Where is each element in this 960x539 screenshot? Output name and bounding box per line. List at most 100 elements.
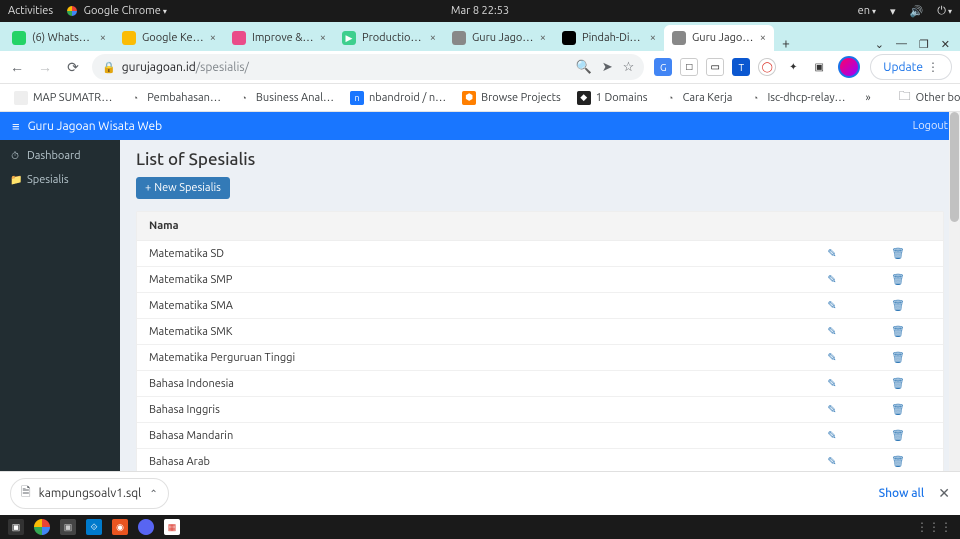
caret-down-icon[interactable]: ⌄: [875, 38, 884, 51]
zoom-icon[interactable]: 🔍: [576, 60, 592, 75]
browser-tab[interactable]: Pindah-Digital ×: [554, 25, 664, 51]
nav-back-button[interactable]: ←: [8, 58, 26, 76]
edit-icon[interactable]: ✎: [827, 456, 836, 468]
extensions-menu-icon[interactable]: ✦: [784, 58, 802, 76]
bookmark-item[interactable]: nnbandroid / n…: [344, 88, 452, 108]
dock-app-icon[interactable]: ▦: [164, 519, 180, 535]
tab-favicon: [562, 31, 576, 45]
edit-icon[interactable]: ✎: [827, 404, 836, 416]
ext-t-icon[interactable]: T: [732, 58, 750, 76]
window-minimize-icon[interactable]: —: [896, 38, 907, 51]
downloads-show-all[interactable]: Show all: [879, 487, 925, 500]
sidebar-item-spesialis[interactable]: 📁Spesialis: [0, 168, 120, 192]
chrome-update-button[interactable]: Update ⋮: [870, 54, 952, 80]
delete-icon[interactable]: 🗑: [891, 430, 905, 442]
dock-show-apps-icon[interactable]: ⋮⋮⋮: [916, 520, 952, 534]
downloads-close-icon[interactable]: ✕: [938, 485, 950, 502]
tab-close-icon[interactable]: ×: [320, 32, 326, 44]
bookmark-item[interactable]: ◔Pembahasan…: [122, 88, 227, 108]
other-bookmarks[interactable]: 🗀Other bookmarks: [893, 84, 960, 111]
bookmark-item[interactable]: ◔Isc-dhcp-relay…: [742, 88, 851, 108]
delete-icon[interactable]: 🗑: [891, 248, 905, 260]
browser-tab[interactable]: Guru Jagoan V ×: [444, 25, 554, 51]
bookmark-item[interactable]: MAP SUMATR…: [8, 88, 118, 108]
bookmarks-overflow[interactable]: »: [859, 89, 876, 107]
table-row: Bahasa Mandarin ✎ 🗑: [137, 423, 943, 449]
lock-icon: 🔒: [102, 61, 116, 74]
dock-settings-icon[interactable]: ◉: [112, 519, 128, 535]
dock-chrome-icon[interactable]: [34, 519, 50, 535]
ext-devtools-icon[interactable]: ▭: [706, 58, 724, 76]
cell-name: Bahasa Arab: [149, 456, 799, 468]
sidebar-item-dashboard[interactable]: ⏱Dashboard: [0, 144, 120, 168]
browser-tab[interactable]: ▶ Production | K ×: [334, 25, 444, 51]
browser-tab[interactable]: Guru Jagoan V ×: [664, 25, 774, 51]
ext-card-icon[interactable]: ▣: [810, 58, 828, 76]
delete-icon[interactable]: 🗑: [891, 274, 905, 286]
bookmark-item[interactable]: ◔Cara Kerja: [658, 88, 739, 108]
window-close-icon[interactable]: ✕: [941, 38, 950, 51]
new-tab-button[interactable]: +: [774, 35, 798, 51]
ext-reader-icon[interactable]: □: [680, 58, 698, 76]
gnome-activities[interactable]: Activities: [8, 5, 53, 17]
app-sidebar: ⏱Dashboard📁Spesialis: [0, 140, 120, 471]
hamburger-icon[interactable]: ≡: [12, 119, 20, 134]
browser-tab[interactable]: Improve & Rev ×: [224, 25, 334, 51]
tab-close-icon[interactable]: ×: [430, 32, 436, 44]
tab-close-icon[interactable]: ×: [100, 32, 106, 44]
dock-files-icon[interactable]: ▣: [8, 519, 24, 535]
tab-close-icon[interactable]: ×: [540, 32, 546, 44]
send-icon[interactable]: ➤: [602, 60, 613, 75]
delete-icon[interactable]: 🗑: [891, 456, 905, 468]
dock-discord-icon[interactable]: [138, 519, 154, 535]
tab-close-icon[interactable]: ×: [760, 32, 766, 44]
gnome-clock[interactable]: Mar 8 22:53: [451, 5, 509, 17]
bookmark-item[interactable]: ⬢Browse Projects: [456, 88, 567, 108]
edit-icon[interactable]: ✎: [827, 430, 836, 442]
delete-icon[interactable]: 🗑: [891, 352, 905, 364]
browser-tab[interactable]: Google Keep ×: [114, 25, 224, 51]
chevron-up-icon[interactable]: ⌃: [149, 488, 157, 500]
bookmark-favicon: [14, 91, 28, 105]
nav-forward-button[interactable]: →: [36, 58, 54, 76]
edit-icon[interactable]: ✎: [827, 326, 836, 338]
other-bookmarks-label: Other bookmarks: [916, 92, 960, 104]
profile-avatar[interactable]: [838, 56, 860, 78]
edit-icon[interactable]: ✎: [827, 352, 836, 364]
bookmark-item[interactable]: ◆1 Domains: [571, 88, 654, 108]
edit-icon[interactable]: ✎: [827, 378, 836, 390]
omnibox-domain: gurujagoan.id: [122, 61, 196, 74]
wifi-icon[interactable]: ▾: [890, 5, 896, 18]
edit-icon[interactable]: ✎: [827, 274, 836, 286]
bookmark-item[interactable]: ◔Business Anal…: [231, 88, 340, 108]
delete-icon[interactable]: 🗑: [891, 404, 905, 416]
gnome-active-app[interactable]: Google Chrome▾: [67, 5, 167, 17]
dock-vscode-icon[interactable]: ⟐: [86, 519, 102, 535]
new-spesialis-button[interactable]: + New Spesialis: [136, 177, 230, 199]
chevron-right-icon: »: [865, 92, 870, 104]
dock-terminal-icon[interactable]: ▣: [60, 519, 76, 535]
window-restore-icon[interactable]: ❐: [919, 38, 929, 51]
star-icon[interactable]: ☆: [623, 60, 635, 75]
page-scrollbar-track[interactable]: [949, 112, 960, 471]
delete-icon[interactable]: 🗑: [891, 326, 905, 338]
browser-tab[interactable]: (6) WhatsApp ×: [4, 25, 114, 51]
chrome-menu-icon[interactable]: ⋮: [927, 60, 939, 74]
ext-adblock-icon[interactable]: ◯: [758, 58, 776, 76]
edit-icon[interactable]: ✎: [827, 248, 836, 260]
ext-translate-icon[interactable]: G: [654, 58, 672, 76]
delete-icon[interactable]: 🗑: [891, 300, 905, 312]
logout-link[interactable]: Logout: [913, 120, 948, 132]
tab-close-icon[interactable]: ×: [650, 32, 656, 44]
gnome-lang[interactable]: en▾: [858, 5, 876, 17]
delete-icon[interactable]: 🗑: [891, 378, 905, 390]
power-icon[interactable]: ⏻▾: [937, 5, 952, 18]
nav-reload-button[interactable]: ⟳: [64, 58, 82, 76]
page-scrollbar-thumb[interactable]: [950, 112, 959, 222]
table-row: Bahasa Indonesia ✎ 🗑: [137, 371, 943, 397]
download-item[interactable]: 🗎 kampungsoalv1.sql ⌃: [10, 478, 169, 509]
edit-icon[interactable]: ✎: [827, 300, 836, 312]
tab-close-icon[interactable]: ×: [210, 32, 216, 44]
volume-icon[interactable]: 🔊: [910, 5, 924, 18]
omnibox[interactable]: 🔒 gurujagoan.id/spesialis/ 🔍 ➤ ☆: [92, 54, 644, 80]
